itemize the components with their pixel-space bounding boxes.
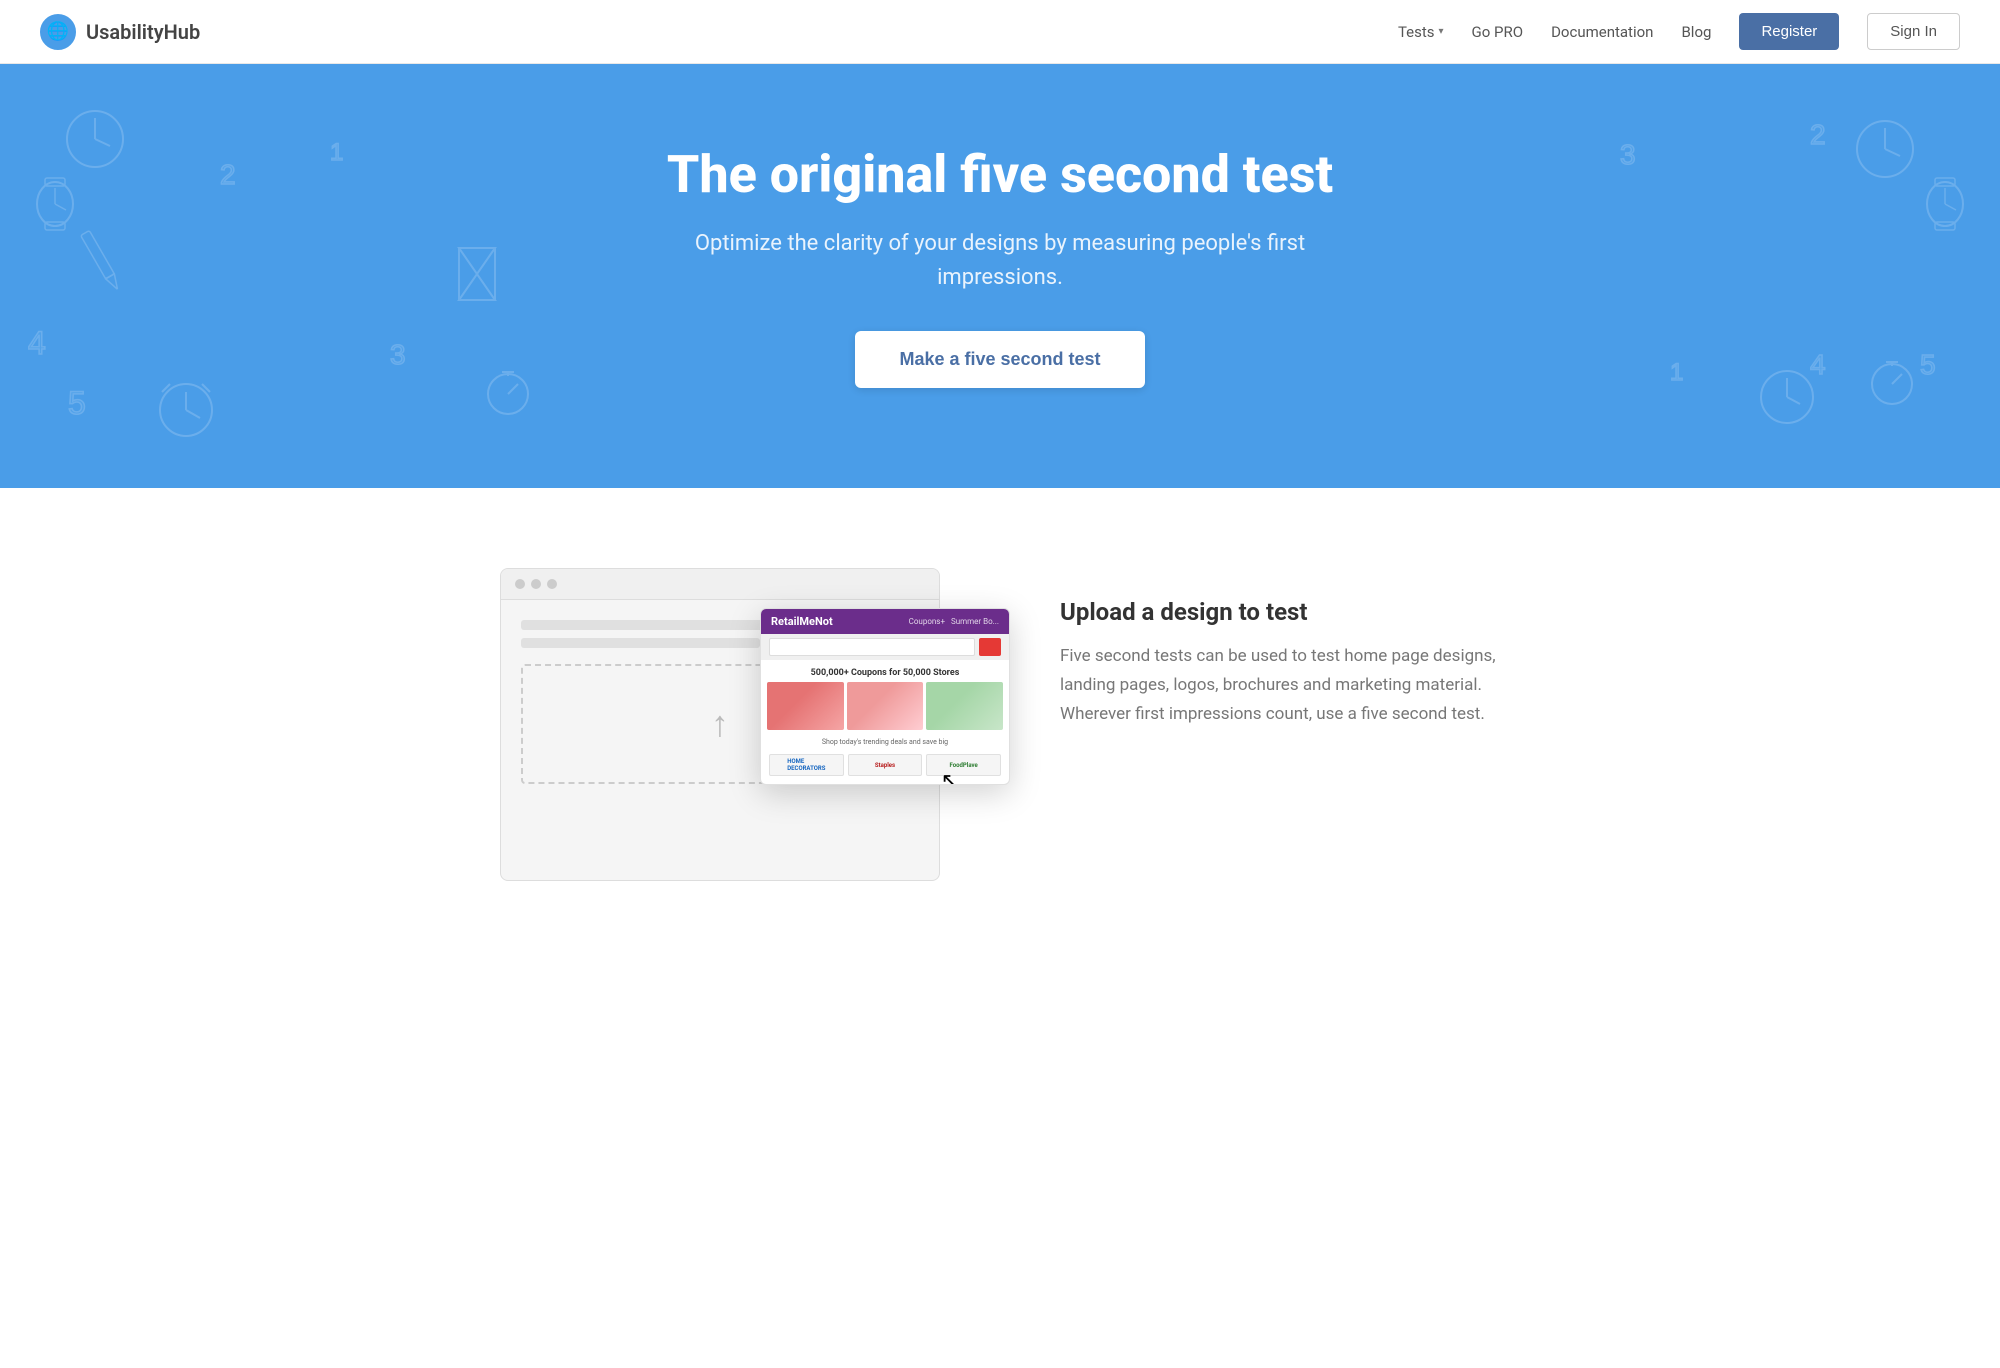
- hero-heading: The original five second test: [40, 144, 1960, 205]
- navbar-right: Tests ▾ Go PRO Documentation Blog Regist…: [1398, 13, 1960, 50]
- card-nav-items: Coupons+ Summer Bo...: [909, 617, 999, 626]
- section-heading: Upload a design to test: [1060, 598, 1500, 626]
- hero-cta-button[interactable]: Make a five second test: [855, 331, 1144, 388]
- section-body: Five second tests can be used to test ho…: [1060, 642, 1500, 729]
- logo-icon: 🌐: [40, 14, 76, 50]
- card-brand-food: FoodPlave: [926, 754, 1001, 776]
- browser-line-2: [521, 638, 760, 648]
- browser-bar: [501, 569, 939, 600]
- nav-gopro[interactable]: Go PRO: [1472, 23, 1524, 41]
- card-nav-coupons: Coupons+: [909, 617, 945, 626]
- navbar: 🌐 UsabilityHub Tests ▾ Go PRO Documentat…: [0, 0, 2000, 64]
- logo-link[interactable]: 🌐 UsabilityHub: [40, 14, 200, 50]
- svg-text:🌐: 🌐: [47, 20, 69, 41]
- svg-text:4: 4: [1810, 349, 1826, 380]
- hero-section: 4 5 2 3 5 2 3 4 1 1 The original: [0, 64, 2000, 488]
- svg-text:5: 5: [68, 385, 86, 420]
- browser-dot-3: [547, 579, 557, 589]
- card-product-3: [926, 682, 1003, 730]
- section-image: ↑ RetailMeNot Coupons+ Summer Bo... 500,…: [500, 568, 980, 881]
- card-search-button: [979, 638, 1001, 656]
- svg-text:5: 5: [1920, 349, 1936, 380]
- card-logo: RetailMeNot: [771, 615, 833, 628]
- card-nav-summer: Summer Bo...: [951, 617, 999, 626]
- hero-subheading: Optimize the clarity of your designs by …: [680, 227, 1320, 295]
- browser-dot-1: [515, 579, 525, 589]
- logo-text: UsabilityHub: [86, 20, 200, 44]
- card-products: [761, 682, 1009, 736]
- svg-text:1: 1: [1670, 359, 1683, 384]
- browser-dot-2: [531, 579, 541, 589]
- card-hero-text: 500,000+ Coupons for 50,000 Stores: [761, 660, 1009, 682]
- card-product-1: [767, 682, 844, 730]
- nav-documentation[interactable]: Documentation: [1551, 23, 1653, 41]
- nav-tests[interactable]: Tests ▾: [1398, 23, 1444, 41]
- card-tagline: Shop today's trending deals and save big: [761, 736, 1009, 750]
- card-brand-staples: Staples: [848, 754, 923, 776]
- upload-section: ↑ RetailMeNot Coupons+ Summer Bo... 500,…: [400, 488, 1600, 961]
- register-button[interactable]: Register: [1739, 13, 1839, 50]
- section-text: Upload a design to test Five second test…: [1060, 568, 1500, 729]
- card-product-2: [847, 682, 924, 730]
- tests-caret-icon: ▾: [1439, 26, 1444, 37]
- nav-blog[interactable]: Blog: [1681, 23, 1711, 41]
- card-brand-home: HOMEDECORATORS: [769, 754, 844, 776]
- signin-button[interactable]: Sign In: [1867, 13, 1960, 50]
- floating-screenshot-card: RetailMeNot Coupons+ Summer Bo... 500,00…: [760, 608, 1010, 785]
- svg-text:4: 4: [28, 325, 46, 360]
- card-brands: HOMEDECORATORS Staples FoodPlave: [761, 750, 1009, 784]
- cursor-icon: ↖: [941, 769, 959, 785]
- svg-text:3: 3: [390, 339, 406, 370]
- card-search-input: [769, 638, 975, 656]
- card-search-bar: [761, 634, 1009, 660]
- card-header: RetailMeNot Coupons+ Summer Bo...: [761, 609, 1009, 634]
- upload-arrow-icon: ↑: [711, 703, 729, 745]
